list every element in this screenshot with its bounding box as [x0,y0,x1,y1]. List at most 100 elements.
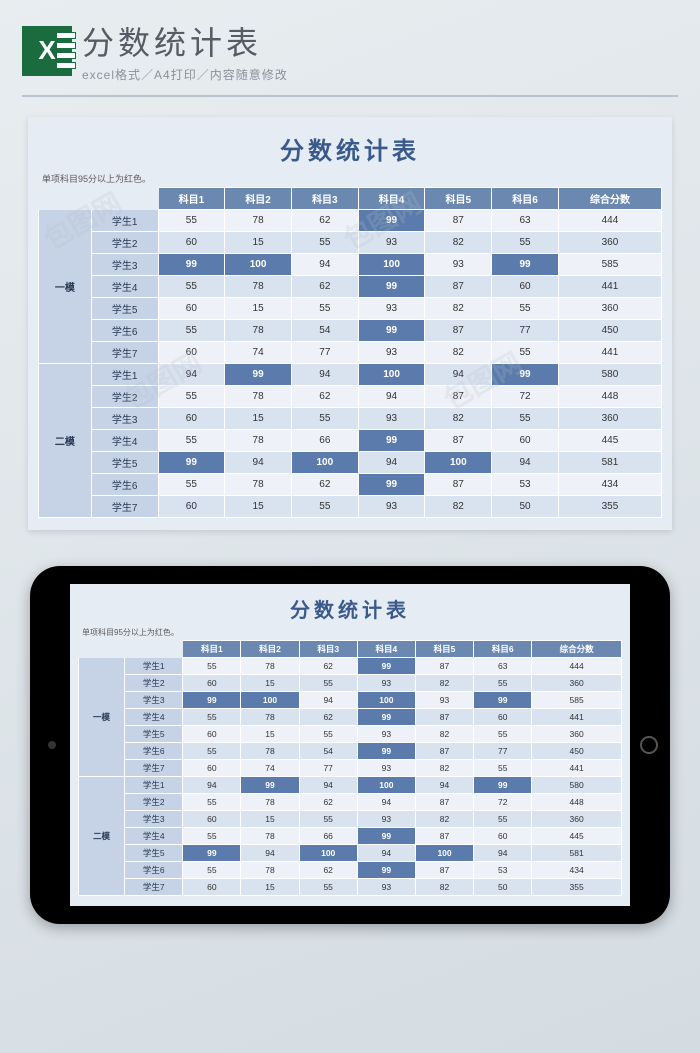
score-cell: 50 [492,496,559,518]
table-row: 学生2557862948772448 [79,794,622,811]
column-header: 综合分数 [558,188,661,210]
score-cell: 93 [358,496,425,518]
score-cell: 93 [415,692,473,709]
score-cell: 441 [558,342,661,364]
score-cell: 100 [415,845,473,862]
sheet-note: 单项科目95分以上为红色。 [42,172,662,185]
score-cell: 78 [241,828,299,845]
spreadsheet-card: 分数统计表 单项科目95分以上为红色。 科目1科目2科目3科目4科目5科目6综合… [28,117,672,530]
score-cell: 100 [358,254,425,276]
score-cell: 55 [183,794,241,811]
column-header: 科目4 [358,188,425,210]
score-cell: 55 [299,675,357,692]
score-cell: 99 [358,276,425,298]
score-cell: 62 [291,386,358,408]
column-header: 科目1 [183,641,241,658]
score-cell: 94 [299,692,357,709]
score-cell: 99 [158,452,225,474]
tablet-mockup: 分数统计表 单项科目95分以上为红色。 科目1科目2科目3科目4科目5科目6综合… [30,566,670,924]
score-cell: 87 [425,474,492,496]
score-cell: 99 [357,862,415,879]
score-cell: 99 [358,430,425,452]
table-row: 学生3601555938255360 [79,811,622,828]
score-cell: 82 [415,879,473,896]
header-blank [125,641,183,658]
score-cell: 93 [358,342,425,364]
student-label: 学生6 [91,474,158,496]
score-cell: 15 [225,408,292,430]
table-row: 学生6557854998777450 [79,743,622,760]
score-cell: 99 [158,254,225,276]
score-cell: 94 [241,845,299,862]
score-cell: 55 [158,474,225,496]
table-row: 学生599941009410094581 [39,452,662,474]
score-cell: 99 [225,364,292,386]
table-row: 学生5601555938255360 [39,298,662,320]
student-label: 学生1 [125,658,183,675]
score-cell: 55 [291,232,358,254]
student-label: 学生2 [125,794,183,811]
score-cell: 55 [492,232,559,254]
header-blank [91,188,158,210]
score-cell: 434 [558,474,661,496]
score-cell: 99 [492,254,559,276]
column-header: 科目4 [357,641,415,658]
tablet-home-button [640,736,658,754]
score-cell: 441 [532,709,622,726]
group-label: 二模 [39,364,92,518]
column-header: 科目5 [415,641,473,658]
score-cell: 55 [474,675,532,692]
score-cell: 87 [415,794,473,811]
column-header: 科目5 [425,188,492,210]
score-cell: 434 [532,862,622,879]
score-cell: 355 [558,496,661,518]
table-row: 学生7607477938255441 [79,760,622,777]
score-cell: 441 [532,760,622,777]
student-label: 学生1 [125,777,183,794]
score-cell: 82 [425,342,492,364]
table-row: 学生2557862948772448 [39,386,662,408]
score-cell: 87 [425,320,492,342]
score-cell: 82 [425,298,492,320]
score-cell: 82 [425,408,492,430]
table-row: 学生5601555938255360 [79,726,622,743]
table-row: 学生6557862998753434 [79,862,622,879]
column-header: 科目6 [474,641,532,658]
score-cell: 54 [299,743,357,760]
score-cell: 93 [357,726,415,743]
score-cell: 99 [358,474,425,496]
score-cell: 60 [183,760,241,777]
score-cell: 99 [358,210,425,232]
student-label: 学生7 [125,760,183,777]
score-cell: 78 [225,474,292,496]
score-cell: 355 [532,879,622,896]
score-cell: 100 [357,777,415,794]
score-cell: 360 [532,675,622,692]
score-cell: 450 [558,320,661,342]
score-cell: 74 [241,760,299,777]
student-label: 学生7 [91,342,158,364]
score-table: 科目1科目2科目3科目4科目5科目6综合分数一模学生15578629987634… [38,187,662,518]
score-cell: 99 [357,828,415,845]
score-cell: 60 [474,828,532,845]
score-cell: 63 [492,210,559,232]
score-cell: 55 [299,726,357,743]
student-label: 学生1 [91,364,158,386]
score-cell: 94 [357,794,415,811]
score-cell: 93 [358,408,425,430]
score-cell: 55 [492,298,559,320]
score-cell: 360 [532,811,622,828]
score-cell: 82 [415,726,473,743]
score-cell: 94 [357,845,415,862]
score-cell: 55 [183,828,241,845]
column-header: 科目3 [291,188,358,210]
student-label: 学生1 [91,210,158,232]
score-cell: 60 [158,496,225,518]
student-label: 学生5 [91,452,158,474]
column-header: 科目3 [299,641,357,658]
score-cell: 94 [415,777,473,794]
score-cell: 60 [183,811,241,828]
score-cell: 55 [474,726,532,743]
table-row: 学生3601555938255360 [39,408,662,430]
score-cell: 448 [558,386,661,408]
